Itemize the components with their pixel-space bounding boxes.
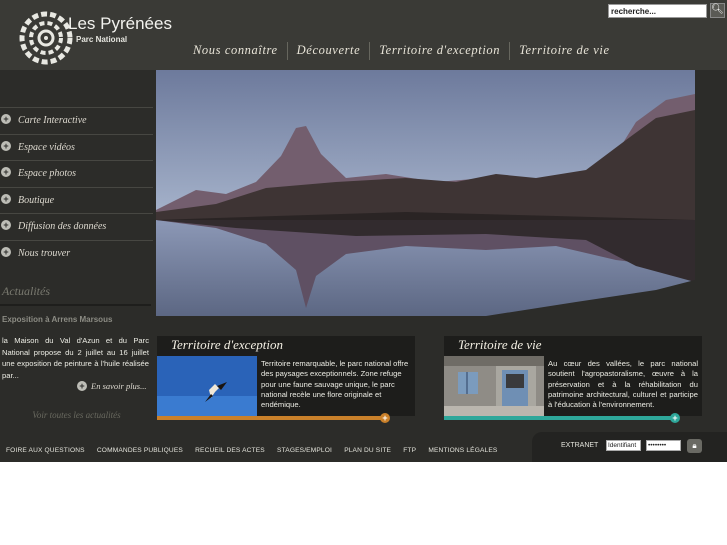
sidebar: + Carte Interactive + Espace vidéos + Espac… — [0, 107, 153, 266]
logo-swirl-icon[interactable] — [18, 8, 74, 66]
all-news-link[interactable]: Voir toutes les actualités — [0, 410, 153, 420]
sidebar-item-videos[interactable]: + Espace vidéos — [0, 133, 153, 161]
logo-title[interactable]: Les Pyrénées — [68, 14, 172, 34]
topnav-nous-connaitre[interactable]: Nous connaître — [184, 42, 287, 60]
top-navigation: Nous connaître Découverte Territoire d'e… — [184, 42, 619, 60]
sidebar-item-photos[interactable]: + Espace photos — [0, 160, 153, 187]
news-more-link[interactable]: + En savoir plus... — [77, 381, 147, 391]
sidebar-item-nous-trouver[interactable]: + Nous trouver — [0, 239, 153, 267]
lock-icon: 🔒︎ — [692, 441, 697, 450]
plus-circle-icon: + — [1, 246, 11, 257]
news-heading: Actualités — [2, 284, 50, 298]
login-button[interactable]: 🔒︎ — [687, 439, 702, 453]
hero-landscape-image — [156, 70, 695, 316]
news-text: la Maison du Val d'Azun et du Parc Natio… — [2, 336, 149, 380]
panel-territoire-vie[interactable]: Territoire de vie Au cœur des vallées, l… — [444, 336, 702, 416]
plus-circle-icon[interactable]: + — [670, 413, 680, 423]
footer-links: FOIRE AUX QUESTIONS COMMANDES PUBLIQUES … — [6, 447, 510, 454]
divider — [0, 304, 151, 306]
panel-text: Territoire remarquable, le parc national… — [261, 359, 409, 410]
sidebar-item-label: Espace vidéos — [18, 141, 75, 153]
news-more-label: En savoir plus... — [91, 381, 147, 391]
footer-link-ftp[interactable]: FTP — [403, 447, 416, 454]
plus-circle-icon: + — [1, 193, 11, 204]
panel-title: Territoire de vie — [458, 337, 542, 352]
panel-bar-exception — [157, 416, 385, 420]
panel-territoire-exception[interactable]: Territoire d'exception Territoire remarq… — [157, 336, 415, 416]
sidebar-item-diffusion[interactable]: + Diffusion des données — [0, 213, 153, 240]
footer-link-commandes[interactable]: COMMANDES PUBLIQUES — [97, 447, 183, 454]
plus-circle-icon: + — [77, 381, 87, 391]
topnav-territoire-vie[interactable]: Territoire de vie — [509, 42, 619, 60]
sidebar-item-label: Carte Interactive — [18, 115, 87, 126]
sidebar-item-label: Boutique — [18, 194, 55, 206]
page-frame: Les Pyrénées Parc National 🔍︎ Nous conna… — [0, 0, 727, 462]
news-title[interactable]: Exposition à Arrens Marsous — [2, 315, 112, 324]
panel-text: Au cœur des vallées, le parc national so… — [548, 359, 698, 410]
footer-link-recueil[interactable]: RECUEIL DES ACTES — [195, 447, 265, 454]
sidebar-item-carte[interactable]: + Carte Interactive — [0, 107, 153, 134]
footer-link-stages[interactable]: STAGES/EMPLOI — [277, 447, 332, 454]
header: Les Pyrénées Parc National 🔍︎ Nous conna… — [0, 0, 727, 70]
search-button[interactable]: 🔍︎ — [710, 3, 725, 18]
logo-subtitle: Parc National — [76, 35, 128, 44]
plus-circle-icon: + — [1, 220, 11, 230]
footer-link-plan[interactable]: PLAN DU SITE — [344, 447, 391, 454]
plus-circle-icon: + — [1, 167, 11, 177]
house-photo-image — [444, 356, 544, 416]
sidebar-item-label: Diffusion des données — [18, 221, 107, 232]
topnav-territoire-exception[interactable]: Territoire d'exception — [369, 42, 509, 60]
search-input[interactable] — [608, 4, 707, 18]
footer-link-faq[interactable]: FOIRE AUX QUESTIONS — [6, 447, 85, 454]
footer-link-mentions[interactable]: MENTIONS LÉGALES — [428, 447, 497, 454]
plus-circle-icon: + — [1, 140, 11, 151]
panel-bar-vie — [444, 416, 674, 420]
sidebar-item-boutique[interactable]: + Boutique — [0, 186, 153, 214]
sidebar-item-label: Espace photos — [18, 168, 77, 179]
search-icon: 🔍︎ — [711, 4, 724, 15]
bird-photo-image — [157, 356, 257, 416]
extranet-label: EXTRANET — [561, 442, 599, 449]
topnav-decouverte[interactable]: Découverte — [286, 42, 370, 60]
panel-title: Territoire d'exception — [171, 337, 283, 352]
sidebar-item-label: Nous trouver — [18, 247, 71, 259]
plus-circle-icon: + — [1, 114, 11, 124]
plus-circle-icon[interactable]: + — [380, 413, 390, 423]
password-input[interactable] — [646, 440, 681, 451]
login-input[interactable] — [606, 440, 641, 451]
